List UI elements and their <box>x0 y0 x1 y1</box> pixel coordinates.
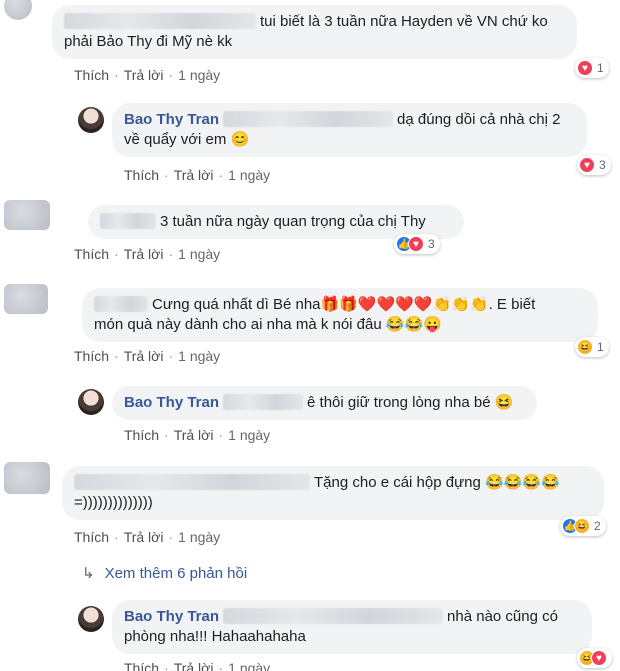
reaction-summary[interactable]: ♥ 3 <box>577 155 611 175</box>
avatar[interactable] <box>4 284 48 314</box>
comment-actions: Thích · Trả lời · 1 ngày <box>74 348 221 364</box>
comment-bubble: Tặng cho e cái hộp đựng 😂😂😂😂 =))))))))))… <box>62 466 604 520</box>
comment-text: món quà này dành cho ai nha mà k nói đâu… <box>94 316 442 333</box>
reaction-summary[interactable]: 😆 1 <box>575 337 609 357</box>
comment-text: dạ đúng dồi cả nhà chị 2 <box>397 111 561 128</box>
reply-link[interactable]: Trả lời <box>174 427 214 443</box>
like-link[interactable]: Thích <box>124 427 159 443</box>
like-link[interactable]: Thích <box>74 246 109 262</box>
reply-link[interactable]: Trả lời <box>124 348 164 364</box>
avatar[interactable] <box>4 0 32 20</box>
comment-actions: Thích · Trả lời · 1 ngày <box>74 529 221 545</box>
view-more-label: Xem thêm 6 phản hồi <box>104 565 248 582</box>
comment-actions: Thích · Trả lời · 1 ngày <box>124 427 271 443</box>
comment-text: ê thôi giữ trong lòng nha bé 😆 <box>307 394 514 411</box>
reply-bubble: Bao Thy Tran ê thôi giữ trong lòng nha bé… <box>112 386 537 420</box>
comment-actions: Thích · Trả lời · 1 ngày <box>74 67 221 83</box>
timestamp[interactable]: 1 ngày <box>178 246 220 262</box>
comment-actions: Thích · Trả lời · 1 ngày <box>124 660 270 671</box>
reply-link[interactable]: Trả lời <box>124 529 164 545</box>
reply-link[interactable]: Trả lời <box>124 246 164 262</box>
timestamp[interactable]: 1 ngày <box>228 660 270 671</box>
heart-icon: ♥ <box>577 60 593 76</box>
reply-arrow-icon: ↳ <box>82 565 95 582</box>
haha-icon: 😆 <box>574 518 590 534</box>
reaction-count: 2 <box>594 519 601 533</box>
comment-text: về quẩy với em 😊 <box>124 131 250 148</box>
like-link[interactable]: Thích <box>124 167 159 183</box>
like-link[interactable]: Thích <box>74 67 109 83</box>
reaction-count: 3 <box>599 158 606 172</box>
timestamp[interactable]: 1 ngày <box>228 427 270 443</box>
heart-icon: ♥ <box>408 236 424 252</box>
haha-icon: 😆 <box>577 339 593 355</box>
comment-text: tui biết là 3 tuần nữa Hayden về VN chứ … <box>260 13 548 30</box>
like-link[interactable]: Thích <box>74 529 109 545</box>
redacted-author <box>64 13 256 29</box>
comment-text: =)))))))))))))) <box>74 494 153 511</box>
avatar[interactable] <box>78 107 104 133</box>
avatar[interactable] <box>78 606 104 632</box>
timestamp[interactable]: 1 ngày <box>178 348 220 364</box>
reaction-count: 1 <box>597 340 604 354</box>
author-name[interactable]: Bao Thy Tran <box>124 608 219 625</box>
timestamp[interactable]: 1 ngày <box>178 529 220 545</box>
reaction-count: 1 <box>597 61 604 75</box>
heart-icon: ♥ <box>579 157 595 173</box>
reply-bubble: Bao Thy Tran dạ đúng dồi cả nhà chị 2 về … <box>112 103 587 157</box>
timestamp[interactable]: 1 ngày <box>178 67 220 83</box>
reaction-summary[interactable]: 👍 ♥ 3 <box>394 234 440 254</box>
comment-text: Cưng quá nhất dì Bé nha🎁🎁❤️❤️❤️❤️👏👏👏. E … <box>152 296 536 313</box>
avatar[interactable] <box>4 462 50 494</box>
comment-bubble: Cưng quá nhất dì Bé nha🎁🎁❤️❤️❤️❤️👏👏👏. E … <box>82 288 598 342</box>
reaction-summary[interactable]: 👍 😆 2 <box>560 516 606 536</box>
like-link[interactable]: Thích <box>124 660 159 671</box>
comment-text: Tặng cho e cái hộp đựng 😂😂😂😂 <box>314 474 560 491</box>
heart-icon: ♥ <box>591 650 607 666</box>
author-name[interactable]: Bao Thy Tran <box>124 111 219 128</box>
comment-actions: Thích · Trả lời · 1 ngày <box>124 167 271 183</box>
avatar[interactable] <box>4 200 50 230</box>
reply-link[interactable]: Trả lời <box>174 660 214 671</box>
reply-bubble: Bao Thy Tran nhà nào cũng có phòng nha!!!… <box>112 600 592 654</box>
reaction-count: 3 <box>428 237 435 251</box>
timestamp[interactable]: 1 ngày <box>228 167 270 183</box>
comment-actions: Thích · Trả lời · 1 ngày <box>74 246 221 262</box>
reply-link[interactable]: Trả lời <box>174 167 214 183</box>
like-link[interactable]: Thích <box>74 348 109 364</box>
comment-text: phòng nha!!! Hahaahahaha <box>124 628 306 645</box>
comment-bubble: tui biết là 3 tuần nữa Hayden về VN chứ … <box>52 5 577 59</box>
comment-text: nhà nào cũng có <box>447 608 558 625</box>
reaction-summary[interactable]: 😆 ♥ <box>577 648 612 668</box>
avatar[interactable] <box>78 389 104 415</box>
comment-text: 3 tuần nữa ngày quan trọng của chị Thy <box>160 213 426 230</box>
view-more-replies-link[interactable]: ↳ Xem thêm 6 phản hồi <box>82 564 247 582</box>
comment-text: phải Bảo Thy đi Mỹ nè kk <box>64 33 233 50</box>
reply-link[interactable]: Trả lời <box>124 67 164 83</box>
author-name[interactable]: Bao Thy Tran <box>124 394 219 411</box>
reaction-summary[interactable]: ♥ 1 <box>575 58 609 78</box>
